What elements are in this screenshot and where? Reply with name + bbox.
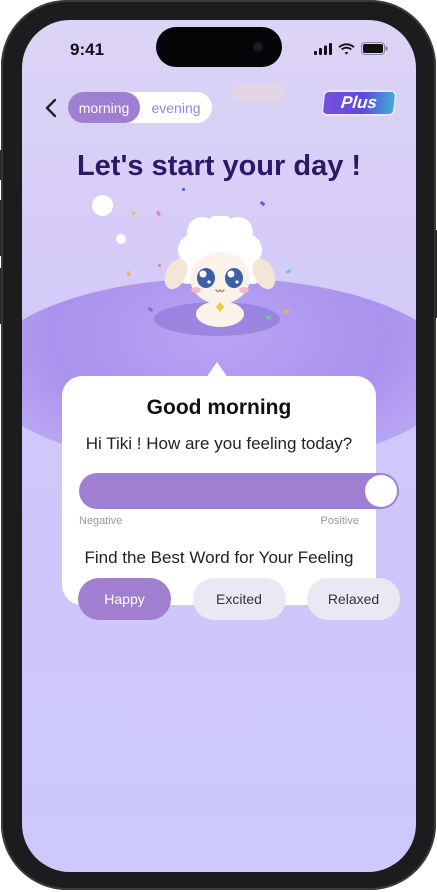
- time-of-day-toggle: morning evening: [68, 92, 212, 123]
- confetti: [182, 188, 185, 191]
- signal-icon: [314, 42, 332, 55]
- decorative-pill: [232, 84, 284, 102]
- card-title: Good morning: [146, 396, 292, 419]
- volume-down-button: [0, 268, 2, 324]
- phone-frame: 9:41 morning evening Plus Let's start yo…: [0, 0, 437, 890]
- slider-max-label: Positive: [320, 515, 359, 527]
- mood-question: Hi Tiki ! How are you feeling today?: [85, 434, 353, 453]
- volume-up-button: [0, 200, 2, 256]
- slider-min-label: Negative: [79, 515, 123, 527]
- confetti: [126, 270, 131, 277]
- dynamic-island: [156, 27, 282, 67]
- mood-slider[interactable]: [79, 473, 399, 509]
- confetti: [155, 210, 162, 217]
- status-time: 9:41: [70, 40, 105, 59]
- page-title: Let's start your day !: [76, 150, 362, 182]
- slider-knob[interactable]: [365, 475, 397, 507]
- mood-card: Good morning Hi Tiki ! How are you feeli…: [62, 376, 400, 620]
- tab-morning[interactable]: morning: [68, 92, 140, 123]
- decor-bubble: [92, 195, 113, 216]
- tab-evening[interactable]: evening: [140, 92, 212, 123]
- word-prompt: Find the Best Word for Your Feeling: [84, 548, 354, 567]
- option-happy[interactable]: Happy: [78, 578, 171, 620]
- chevron-left-icon: [45, 98, 57, 118]
- wifi-icon: [338, 42, 355, 55]
- plus-badge[interactable]: Plus: [320, 90, 398, 116]
- back-button[interactable]: [42, 96, 62, 120]
- status-icons: [314, 42, 388, 55]
- option-relaxed[interactable]: Relaxed: [307, 578, 400, 620]
- battery-icon: [361, 42, 388, 55]
- app-screen: 9:41 morning evening Plus Let's start yo…: [22, 20, 416, 872]
- confetti: [158, 264, 161, 267]
- camera-icon: [252, 41, 264, 53]
- mute-switch: [0, 150, 2, 180]
- option-excited[interactable]: Excited: [192, 578, 286, 620]
- confetti: [132, 212, 135, 215]
- sheep-mascot-illustration: [164, 216, 276, 327]
- confetti: [285, 268, 292, 275]
- confetti: [259, 200, 266, 207]
- decor-bubble: [116, 234, 126, 244]
- feeling-options: Happy Excited Relaxed: [78, 578, 400, 620]
